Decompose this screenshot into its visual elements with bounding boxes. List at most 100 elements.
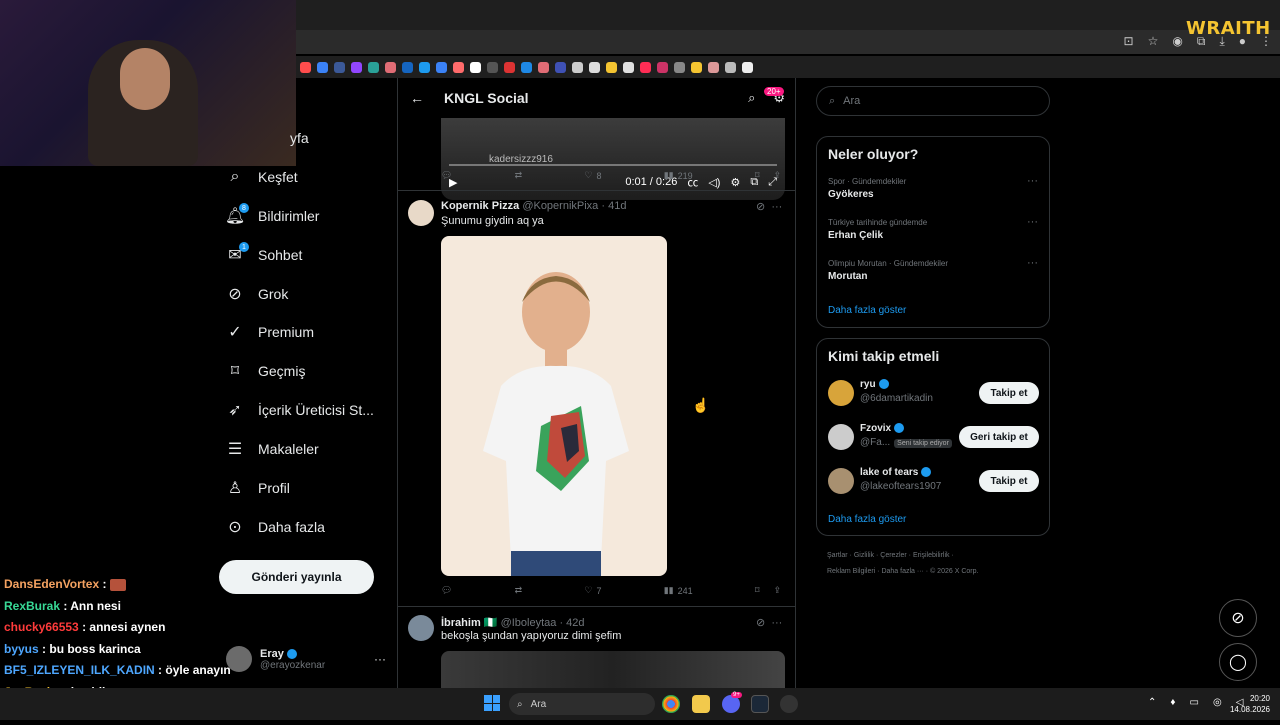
- bookmark-favicon-icon[interactable]: [691, 61, 702, 73]
- follow-button[interactable]: Takip et: [979, 382, 1039, 404]
- star-icon[interactable]: ☆: [1148, 34, 1159, 49]
- chrome-app-icon[interactable]: [662, 695, 680, 713]
- more-icon[interactable]: ···: [1027, 257, 1038, 269]
- sidebar-item-5[interactable]: ⊘ Grok: [226, 279, 288, 309]
- bookmark-favicon-icon[interactable]: [334, 61, 345, 73]
- bookmark-favicon-icon[interactable]: [317, 61, 328, 73]
- grok-icon[interactable]: ⊘: [756, 617, 765, 629]
- more-icon[interactable]: ···: [1027, 216, 1038, 228]
- microphone-icon[interactable]: ♦: [1170, 697, 1175, 708]
- sidebar-item-1[interactable]: yfa: [290, 123, 309, 153]
- trends-show-more-link[interactable]: Daha fazla göster: [828, 305, 906, 316]
- bookmark-favicon-icon[interactable]: [623, 61, 634, 73]
- sidebar-item-7[interactable]: ⌑ Geçmiş: [226, 356, 306, 386]
- sidebar-item-11[interactable]: ⊙ Daha fazla: [226, 512, 325, 542]
- bookmark-favicon-icon[interactable]: [453, 61, 464, 73]
- bookmark-favicon-icon[interactable]: [402, 61, 413, 73]
- bookmark-favicon-icon[interactable]: [657, 61, 668, 73]
- sidebar-item-2[interactable]: ⌕ Keşfet: [226, 162, 298, 192]
- like-button[interactable]: ♡ 8: [584, 170, 601, 181]
- post-button[interactable]: Gönderi yayınla: [219, 560, 374, 594]
- trend-item[interactable]: Morutan: [828, 271, 867, 282]
- network-icon[interactable]: ◎: [1213, 697, 1222, 708]
- bookmark-favicon-icon[interactable]: [521, 61, 532, 73]
- app-icon[interactable]: [780, 695, 798, 713]
- tweet-author[interactable]: İbrahim: [441, 617, 481, 629]
- messages-fab-button[interactable]: ◯: [1219, 643, 1257, 681]
- avatar[interactable]: [408, 200, 434, 226]
- bookmark-icon[interactable]: ⌑: [755, 585, 760, 596]
- bookmark-favicon-icon[interactable]: [436, 61, 447, 73]
- extension-icon[interactable]: ◉: [1172, 34, 1182, 49]
- sidebar-item-4[interactable]: ✉ 1 Sohbet: [226, 240, 302, 270]
- reply-icon[interactable]: 💬︎: [441, 585, 452, 596]
- sidebar-item-6[interactable]: ✓ Premium: [226, 317, 314, 347]
- tweet-menu[interactable]: ⊘ ···: [756, 616, 782, 629]
- bookmark-favicon-icon[interactable]: [555, 61, 566, 73]
- bookmark-favicon-icon[interactable]: [572, 61, 583, 73]
- bookmark-favicon-icon[interactable]: [470, 61, 481, 73]
- monitor-icon[interactable]: ▭: [1190, 697, 1199, 708]
- video-progress-bar[interactable]: [449, 164, 777, 166]
- more-icon[interactable]: ···: [1027, 175, 1038, 187]
- account-switcher[interactable]: Eray @erayozkenar ···: [226, 642, 386, 676]
- bookmark-icon[interactable]: ⌑: [755, 170, 760, 181]
- views-button[interactable]: ▮▮ 219: [664, 170, 693, 181]
- video-player[interactable]: kadersizzz916 ▶ 0:01 / 0:26 ㏄ ◁) ⚙ ⧉ ⤢: [441, 118, 785, 200]
- search-icon[interactable]: ⌕: [748, 90, 755, 106]
- sidebar-item-8[interactable]: ➶ İçerik Üreticisi St...: [226, 395, 374, 425]
- follow-suggestion-name[interactable]: ryu: [860, 379, 889, 390]
- install-icon[interactable]: ⊡: [1124, 34, 1134, 49]
- tweet-image[interactable]: [441, 236, 667, 576]
- bookmark-favicon-icon[interactable]: [589, 61, 600, 73]
- like-button[interactable]: ♡ 7: [584, 585, 601, 596]
- retweet-icon[interactable]: ⇄: [515, 170, 523, 181]
- reply-icon[interactable]: 💬︎: [441, 170, 452, 181]
- who-to-follow-show-more-link[interactable]: Daha fazla göster: [828, 514, 906, 525]
- trend-item[interactable]: Gyökeres: [828, 189, 874, 200]
- grok-icon[interactable]: ⊘: [756, 201, 765, 213]
- bookmark-favicon-icon[interactable]: [385, 61, 396, 73]
- bookmark-favicon-icon[interactable]: [368, 61, 379, 73]
- follow-button[interactable]: Takip et: [979, 470, 1039, 492]
- bookmark-favicon-icon[interactable]: [708, 61, 719, 73]
- more-icon[interactable]: ···: [374, 652, 386, 666]
- search-input[interactable]: ⌕ Ara: [816, 86, 1050, 116]
- share-icon[interactable]: ⇪: [773, 585, 781, 596]
- steam-app-icon[interactable]: [751, 695, 769, 713]
- bookmark-favicon-icon[interactable]: [640, 61, 651, 73]
- retweet-icon[interactable]: ⇄: [515, 585, 523, 596]
- avatar[interactable]: [408, 615, 434, 641]
- tweet-author[interactable]: Kopernik Pizza: [441, 200, 519, 212]
- bookmark-favicon-icon[interactable]: [674, 61, 685, 73]
- chevron-up-icon[interactable]: ⌃: [1148, 697, 1156, 708]
- avatar[interactable]: [828, 468, 854, 494]
- bookmark-favicon-icon[interactable]: [351, 61, 362, 73]
- bookmark-favicon-icon[interactable]: [504, 61, 515, 73]
- bookmark-favicon-icon[interactable]: [300, 61, 311, 73]
- bookmark-favicon-icon[interactable]: [606, 61, 617, 73]
- bookmark-favicon-icon[interactable]: [487, 61, 498, 73]
- windows-start-icon[interactable]: [484, 695, 500, 711]
- grok-fab-button[interactable]: ⊘: [1219, 599, 1257, 637]
- bookmark-favicon-icon[interactable]: [538, 61, 549, 73]
- taskbar-clock[interactable]: 20:20 14.08.2026: [1226, 693, 1270, 715]
- avatar[interactable]: [828, 380, 854, 406]
- bookmark-favicon-icon[interactable]: [742, 61, 753, 73]
- avatar[interactable]: [828, 424, 854, 450]
- bookmark-favicon-icon[interactable]: [725, 61, 736, 73]
- footer-line[interactable]: Şartlar · Gizlilik · Çerezler · Erişileb…: [827, 548, 1047, 564]
- views-button[interactable]: ▮▮ 241: [664, 585, 693, 596]
- tweet-image[interactable]: [441, 651, 785, 688]
- follow-suggestion-name[interactable]: lake of tears: [860, 467, 932, 478]
- sidebar-item-3[interactable]: 🔔︎ 8 Bildirimler: [225, 201, 319, 231]
- footer-line[interactable]: Reklam Bilgileri · Daha fazla ··· · © 20…: [827, 564, 1047, 580]
- sidebar-item-9[interactable]: ☰ Makaleler: [226, 434, 319, 464]
- back-arrow-icon[interactable]: ←: [410, 90, 424, 106]
- bookmark-favicon-icon[interactable]: [419, 61, 430, 73]
- taskbar-search-input[interactable]: ⌕ Ara: [509, 693, 655, 715]
- follow-button[interactable]: Geri takip et: [959, 426, 1039, 448]
- trend-item[interactable]: Erhan Çelik: [828, 230, 883, 241]
- follow-suggestion-name[interactable]: Fzovix: [860, 423, 905, 434]
- share-icon[interactable]: ⇪: [773, 170, 781, 181]
